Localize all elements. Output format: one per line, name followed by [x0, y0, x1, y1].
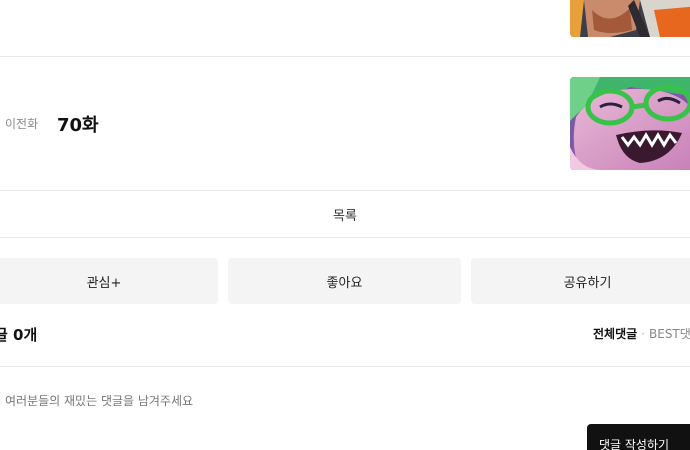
sort-separator: · — [641, 327, 645, 341]
share-button[interactable]: 공유하기 — [471, 258, 690, 304]
episode-viewer-footer: 이전화 70화 목록 관심+ 좋아요 공유하기 글 0개 전체댓글 · BEST… — [0, 0, 690, 450]
character-illustration-image — [570, 77, 690, 170]
divider — [0, 366, 690, 367]
episode-list-button[interactable]: 목록 — [0, 191, 690, 237]
previous-episode-title[interactable]: 70화 — [57, 111, 99, 137]
comment-input[interactable]: 여러분들의 재밌는 댓글을 남겨주세요 — [5, 392, 193, 409]
subscribe-button[interactable]: 관심+ — [0, 258, 218, 304]
sort-best-comments[interactable]: BEST댓 — [649, 327, 690, 341]
previous-episode-label[interactable]: 이전화 — [5, 115, 38, 132]
like-button[interactable]: 좋아요 — [228, 258, 461, 304]
character-illustration-image — [570, 0, 690, 37]
comment-sort: 전체댓글 · BEST댓 — [593, 325, 690, 342]
divider — [0, 56, 690, 57]
episode-thumbnail-top[interactable] — [570, 0, 690, 37]
sort-all-comments[interactable]: 전체댓글 — [593, 327, 637, 341]
previous-episode-thumbnail[interactable] — [570, 77, 690, 170]
divider — [0, 237, 690, 238]
comment-count: 글 0개 — [0, 326, 38, 344]
write-comment-button[interactable]: 댓글 작성하기 — [587, 424, 690, 450]
